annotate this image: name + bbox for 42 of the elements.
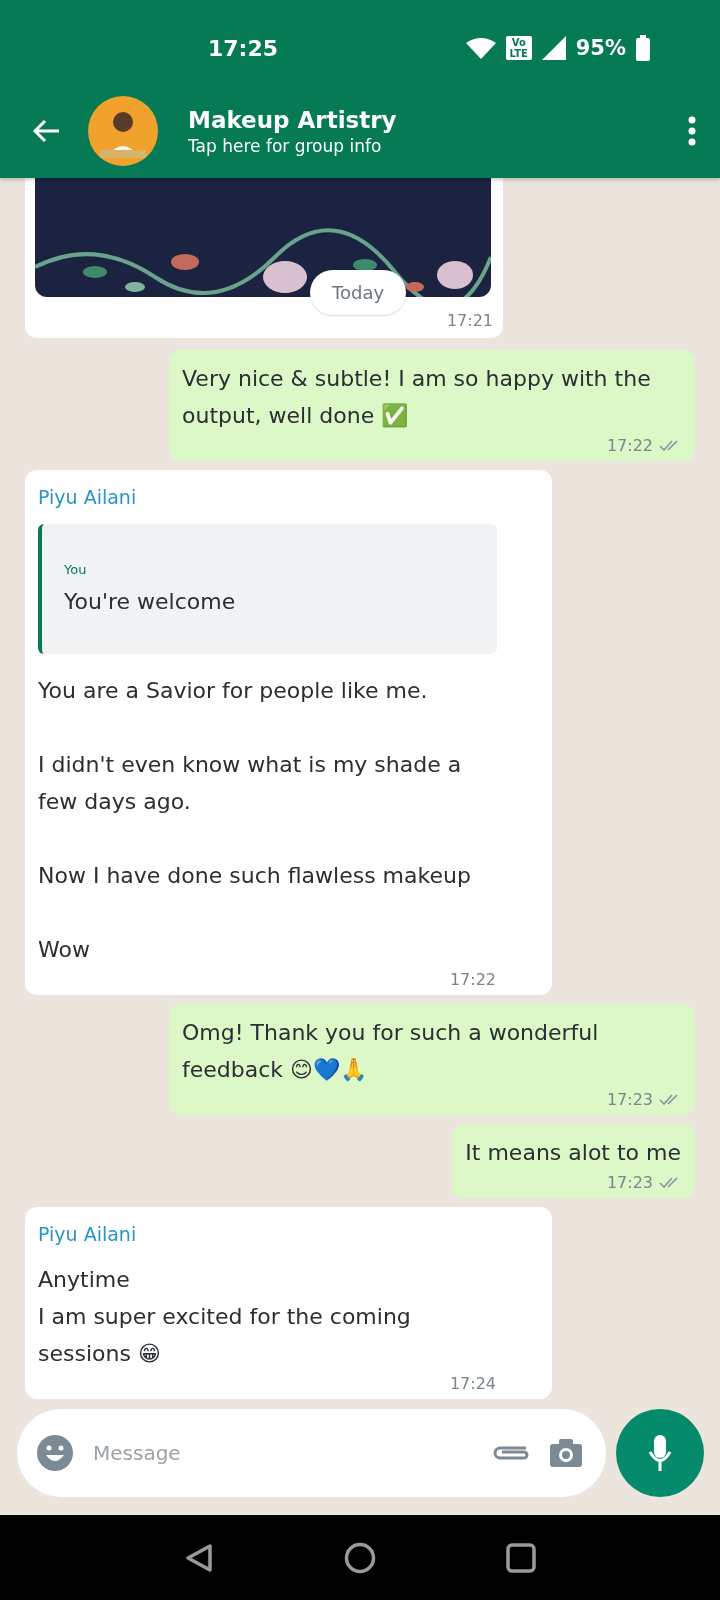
message-text: Very nice & subtle! I am so happy with the output, well done ✅ xyxy=(182,365,652,430)
back-arrow-icon[interactable] xyxy=(32,119,60,143)
battery-level: 95% xyxy=(575,36,626,60)
message-text: Anytime I am super excited for the coming sessions 😁 xyxy=(38,1266,412,1368)
microphone-icon xyxy=(648,1435,672,1471)
wifi-icon xyxy=(465,37,496,59)
message-text: You are a Savior for people like me. xyxy=(38,677,429,705)
camera-icon[interactable] xyxy=(550,1439,582,1467)
sender-name: Piyu Ailani xyxy=(38,1223,138,1245)
message-text: Now I have done such flawless makeup xyxy=(38,862,472,890)
recents-nav-icon[interactable] xyxy=(506,1542,536,1573)
signal-icon xyxy=(541,36,566,60)
group-info-hint[interactable]: Tap here for group info xyxy=(188,135,688,156)
group-name[interactable]: Makeup Artistry xyxy=(188,106,688,133)
status-time: 17:25 xyxy=(208,35,279,61)
received-message-bubble[interactable]: Piyu Ailani Anytime I am super excited for the coming sessions 😁 17:24 xyxy=(25,1207,552,1399)
message-time: 17:22 xyxy=(606,436,653,455)
more-options-icon[interactable] xyxy=(688,116,696,146)
received-message-bubble[interactable]: Piyu Ailani You You're welcome You are a Savior for people like me. I didn't even know what is my shade a few days ago. Now I have done such flawless makeup Wow 17:22 xyxy=(25,470,552,995)
sent-message-bubble[interactable]: Very nice & subtle! I am so happy with the output, well done ✅ 17:22 xyxy=(169,350,695,461)
group-avatar[interactable] xyxy=(88,96,158,166)
message-time: 17:21 xyxy=(446,311,493,330)
emoji-icon[interactable] xyxy=(37,1435,73,1471)
image-message-bubble[interactable]: Today 17:21 xyxy=(25,178,503,338)
sent-message-bubble[interactable]: Omg! Thank you for such a wonderful feedback 😊💙🙏 17:23 xyxy=(169,1004,695,1115)
message-time: 17:23 xyxy=(606,1090,653,1109)
network-badge: Vo LTE xyxy=(505,36,532,60)
message-text: Wow xyxy=(38,936,91,964)
date-chip: Today xyxy=(310,270,407,315)
battery-icon xyxy=(636,35,650,61)
message-input[interactable]: Message xyxy=(91,1440,472,1466)
message-time: 17:22 xyxy=(449,970,496,989)
sender-name: Piyu Ailani xyxy=(38,486,138,508)
message-time: 17:24 xyxy=(449,1374,496,1393)
message-text: I didn't even know what is my shade a few days ago. xyxy=(38,751,463,816)
message-text: It means alot to me xyxy=(465,1139,681,1167)
message-time: 17:23 xyxy=(606,1173,653,1192)
home-nav-icon[interactable] xyxy=(344,1541,376,1574)
back-nav-icon[interactable] xyxy=(184,1542,214,1573)
quoted-message[interactable]: You You're welcome xyxy=(38,524,497,654)
sent-message-bubble[interactable]: It means alot to me 17:23 xyxy=(452,1124,695,1198)
message-text: Omg! Thank you for such a wonderful feedback 😊💙🙏 xyxy=(182,1019,600,1084)
